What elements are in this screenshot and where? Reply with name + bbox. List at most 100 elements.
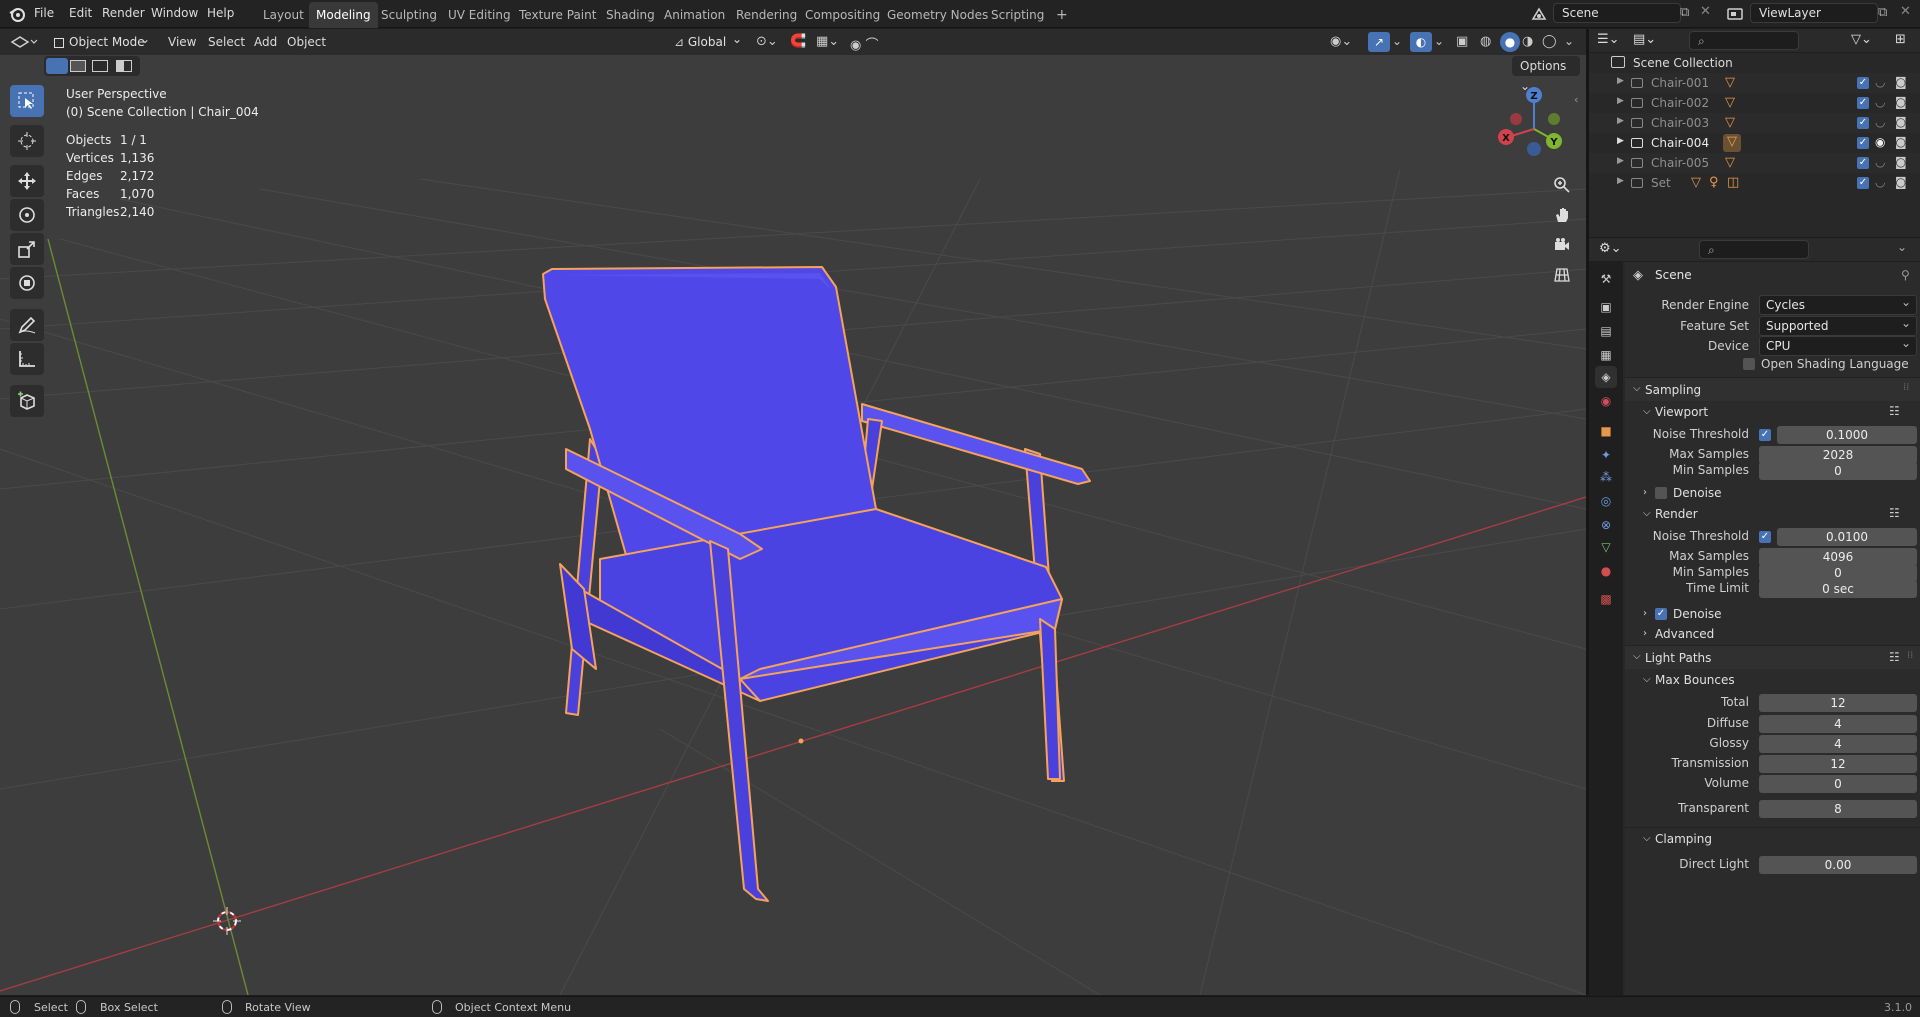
transmission-bounces-field[interactable]: 12 [1759, 755, 1917, 773]
physics-tab-icon[interactable]: ◎ [1595, 490, 1617, 512]
outliner-item-chair-002[interactable]: ▶ Chair-002 ▽ ✓ ◡ ◙ [1589, 93, 1920, 113]
object-mode-dropdown[interactable]: Object Mode ⌄ [48, 31, 156, 53]
pan-hand-icon[interactable] [1548, 201, 1576, 229]
drag-handle-icon[interactable]: ⁞⁞ [1903, 382, 1909, 393]
properties-editor-icon[interactable]: ⚙⌄ [1599, 241, 1622, 256]
constraints-tab-icon[interactable]: ⊗ [1595, 514, 1617, 536]
copy-scene-icon[interactable]: ⧉ [1680, 5, 1698, 23]
options-dropdown[interactable]: Options ⌄ [1512, 56, 1580, 93]
pin-icon[interactable]: ⚲ [1901, 268, 1910, 282]
cursor-tool[interactable] [10, 125, 44, 157]
measure-tool[interactable] [10, 343, 44, 375]
move-tool[interactable] [10, 165, 44, 197]
visibility-icon[interactable]: ◉⌄ [1330, 34, 1352, 49]
view-layer-icon[interactable] [1726, 5, 1744, 23]
include-checkbox[interactable]: ✓ [1857, 157, 1869, 169]
editor-type-icon[interactable] [10, 33, 38, 51]
light-paths-panel-header[interactable]: ⌵ Light Paths ☷ ⁞⁞ [1625, 645, 1920, 669]
include-checkbox[interactable]: ✓ [1857, 77, 1869, 89]
gizmo-toggle-icon[interactable]: ↗ [1368, 32, 1390, 52]
particles-tab-icon[interactable]: ⁂ [1595, 466, 1617, 488]
display-mode-icon[interactable]: ▤⌄ [1633, 32, 1656, 47]
include-checkbox[interactable]: ✓ [1857, 117, 1869, 129]
transform-tool[interactable] [10, 267, 44, 299]
outliner-root-row[interactable]: Scene Collection [1589, 53, 1920, 73]
close-view-layer-icon[interactable]: ✕ [1900, 4, 1914, 22]
menu-view[interactable]: View [168, 35, 196, 49]
3d-viewport[interactable]: Object Mode ⌄ View Select Add Object ⊿ G… [0, 29, 1586, 995]
navigation-gizmo[interactable]: Z X Y [1496, 85, 1576, 171]
vp-denoise-checkbox[interactable] [1655, 487, 1667, 499]
render-tab-icon[interactable]: ▣ [1595, 296, 1617, 318]
include-checkbox[interactable]: ✓ [1857, 137, 1869, 149]
direct-light-field[interactable]: 0.00 [1759, 856, 1917, 874]
shading-dropdown-icon[interactable]: ⌄ [1564, 34, 1574, 48]
tab-uv-editing[interactable]: UV Editing [441, 2, 518, 28]
hide-eye-icon[interactable]: ◡ [1875, 95, 1885, 109]
hide-eye-icon[interactable]: ◡ [1875, 75, 1885, 89]
presets-list-icon[interactable]: ☷ [1889, 404, 1900, 418]
menu-add[interactable]: Add [254, 35, 277, 49]
proportional-edit-icon[interactable]: ◉ ⌒ [850, 34, 878, 53]
wireframe-shading-icon[interactable]: ◍ [1480, 34, 1491, 49]
render-camera-icon[interactable]: ◙ [1895, 175, 1907, 189]
outliner-search-input[interactable]: ⌕ [1689, 31, 1799, 50]
properties-search-input[interactable]: ⌕ [1699, 240, 1809, 259]
tab-animation[interactable]: Animation [657, 2, 732, 28]
tab-geometry-nodes[interactable]: Geometry Nodes [880, 2, 995, 28]
texture-tab-icon[interactable]: ▩ [1595, 588, 1617, 610]
hide-eye-icon[interactable]: ◡ [1875, 175, 1885, 189]
expand-arrow-icon[interactable]: ▶ [1617, 176, 1624, 186]
expand-arrow-icon[interactable]: ▶ [1617, 96, 1624, 106]
clamping-subpanel-header[interactable]: ⌵ Clamping [1625, 827, 1920, 849]
view-layer-tab-icon[interactable]: ▦ [1595, 344, 1617, 366]
camera-view-icon[interactable] [1548, 231, 1576, 259]
add-workspace-button[interactable]: + [1049, 2, 1075, 28]
diffuse-bounces-field[interactable]: 4 [1759, 715, 1917, 733]
tab-scripting[interactable]: Scripting [984, 2, 1051, 28]
presets-list-icon[interactable]: ☷ [1889, 650, 1900, 664]
material-tab-icon[interactable]: ● [1595, 560, 1617, 582]
chevron-down-icon[interactable]: ⌄ [1897, 240, 1907, 254]
r-denoise-checkbox[interactable]: ✓ [1655, 608, 1667, 620]
tab-sculpting[interactable]: Sculpting [374, 2, 444, 28]
tab-modeling[interactable]: Modeling [309, 2, 378, 28]
tab-compositing[interactable]: Compositing [798, 2, 887, 28]
select-new-icon[interactable] [46, 58, 68, 74]
output-tab-icon[interactable]: ▤ [1595, 320, 1617, 342]
r-denoise-subpanel-header[interactable]: › ✓ Denoise [1625, 603, 1920, 625]
r-noise-threshold-field[interactable]: 0.0100 [1777, 528, 1917, 546]
expand-arrow-icon[interactable]: ▶ [1617, 136, 1624, 146]
menu-window[interactable]: Window [151, 6, 198, 20]
vp-noise-threshold-checkbox[interactable]: ✓ [1759, 429, 1771, 441]
select-box-tool[interactable] [10, 85, 44, 117]
total-bounces-field[interactable]: 12 [1759, 694, 1917, 712]
zoom-icon[interactable] [1548, 171, 1576, 199]
scene-tab-icon[interactable]: ◈ [1595, 366, 1617, 388]
outliner-item-chair-005[interactable]: ▶ Chair-005 ▽ ✓ ◡ ◙ [1589, 153, 1920, 173]
device-dropdown[interactable]: CPU [1759, 334, 1917, 356]
feature-set-dropdown[interactable]: Supported [1759, 314, 1917, 336]
rotate-tool[interactable] [10, 199, 44, 231]
viewport-subpanel-header[interactable]: ⌵ Viewport ☷ [1625, 401, 1920, 423]
expand-arrow-icon[interactable]: ▶ [1617, 156, 1624, 166]
snap-icon[interactable]: 🧲 [790, 34, 806, 49]
viewport-scene[interactable] [0, 29, 1586, 995]
filter-icon[interactable]: ▽⌄ [1851, 32, 1872, 47]
select-invert-icon[interactable] [116, 60, 132, 72]
scene-icon[interactable] [1530, 5, 1548, 23]
gizmo-dropdown-icon[interactable]: ⌄ [1392, 34, 1402, 48]
collapse-sidebar-icon[interactable]: ‹ [1574, 93, 1578, 106]
outliner-item-set[interactable]: ▶ Set ▽ ♀ ◫ ✓ ◡ ◙ [1589, 173, 1920, 193]
add-cube-tool[interactable] [10, 385, 44, 417]
pivot-icon[interactable]: ⊙⌄ [756, 34, 778, 49]
outliner-item-chair-003[interactable]: ▶ Chair-003 ▽ ✓ ◡ ◙ [1589, 113, 1920, 133]
r-noise-threshold-checkbox[interactable]: ✓ [1759, 531, 1771, 543]
max-bounces-subpanel-header[interactable]: ⌵ Max Bounces [1625, 669, 1920, 691]
sampling-panel-header[interactable]: ⌵ Sampling ⁞⁞ [1625, 377, 1920, 401]
solid-shading-icon[interactable]: ● [1500, 32, 1520, 52]
rendered-shading-icon[interactable]: ◯ [1542, 34, 1557, 49]
tab-rendering[interactable]: Rendering [729, 2, 804, 28]
render-camera-icon[interactable]: ◙ [1895, 95, 1907, 109]
menu-file[interactable]: File [34, 6, 54, 20]
